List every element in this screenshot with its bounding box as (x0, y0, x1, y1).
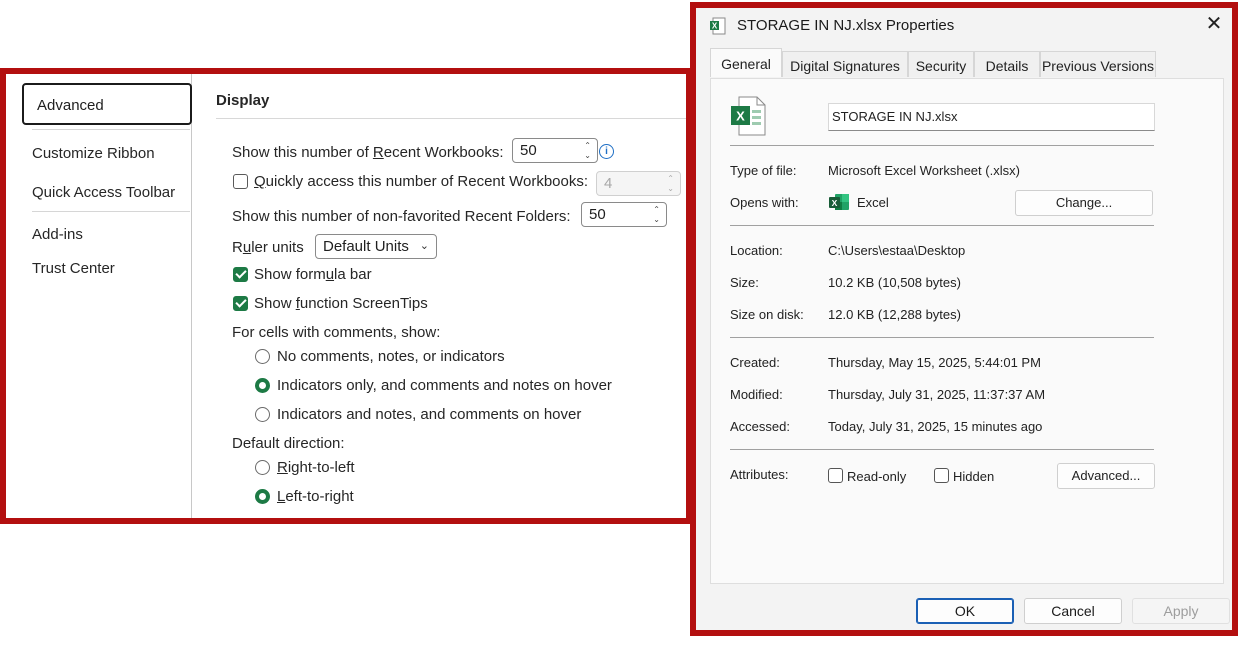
comments-heading: For cells with comments, show: (232, 324, 441, 341)
change-button[interactable]: Change... (1015, 190, 1153, 216)
sidebar-item-advanced[interactable]: Advanced (22, 83, 192, 125)
direction-radio-ltr[interactable] (255, 489, 270, 504)
quick-access-spinner: 4 ⌃ ⌄ (596, 171, 681, 196)
excel-file-icon: X (710, 17, 726, 35)
spin-down-icon[interactable]: ⌄ (584, 152, 591, 160)
select-value: Default Units (323, 238, 409, 255)
screentips-label: Show function ScreenTips (254, 295, 428, 312)
spin-down-icon: ⌄ (667, 184, 674, 193)
comments-radio-indicators-notes[interactable] (255, 407, 270, 422)
tab-digital-signatures[interactable]: Digital Signatures (782, 51, 908, 77)
filename-value: STORAGE IN NJ.xlsx (832, 109, 958, 124)
quick-access-label: Quickly access this number of Recent Wor… (254, 173, 589, 190)
attributes-label: Attributes: (730, 467, 789, 482)
size-on-disk-value: 12.0 KB (12,288 bytes) (828, 307, 961, 322)
comments-radio-indicators-only[interactable] (255, 378, 270, 393)
apply-button: Apply (1132, 598, 1230, 624)
recent-folders-label: Show this number of non-favorited Recent… (232, 208, 571, 225)
file-properties-dialog: X STORAGE IN NJ.xlsx Properties ✕ Genera… (690, 2, 1238, 636)
chevron-down-icon: ⌄ (419, 240, 429, 252)
accessed-value: Today, July 31, 2025, 15 minutes ago (828, 419, 1043, 434)
type-of-file-label: Type of file: (730, 163, 797, 178)
section-title: Display (216, 92, 270, 109)
opens-with-label: Opens with: (730, 195, 799, 210)
screentips-checkbox[interactable] (233, 296, 248, 311)
sidebar-item-customize-ribbon[interactable]: Customize Ribbon (32, 145, 155, 162)
direction-option-label: Left-to-right (277, 488, 354, 505)
tab-security[interactable]: Security (908, 51, 974, 77)
type-of-file-value: Microsoft Excel Worksheet (.xlsx) (828, 163, 1020, 178)
spin-up-icon[interactable]: ⌃ (584, 142, 591, 150)
cancel-button[interactable]: Cancel (1024, 598, 1122, 624)
excel-options-panel: Advanced Customize Ribbon Quick Access T… (0, 68, 692, 524)
sidebar-divider (32, 211, 190, 212)
ruler-units-label: Ruler units (232, 239, 304, 256)
spinner-value: 50 (589, 206, 606, 223)
svg-text:X: X (832, 198, 838, 208)
modified-value: Thursday, July 31, 2025, 11:37:37 AM (828, 387, 1046, 402)
options-content: Display Show this number of Recent Workb… (216, 74, 686, 518)
location-value: C:\Users\estaa\Desktop (828, 243, 966, 258)
spin-down-icon[interactable]: ⌄ (653, 216, 660, 224)
recent-folders-spinner[interactable]: 50 ⌃ ⌄ (581, 202, 667, 227)
formula-bar-label: Show formula bar (254, 266, 372, 283)
spinner-value: 4 (604, 175, 613, 192)
location-label: Location: (730, 243, 783, 258)
opens-with-value: Excel (857, 195, 889, 210)
direction-heading: Default direction: (232, 435, 345, 452)
quick-access-checkbox[interactable] (233, 174, 248, 189)
general-tab-panel: X STORAGE IN NJ.xlsx Type of file: Micro… (710, 78, 1224, 584)
accessed-label: Accessed: (730, 419, 790, 434)
svg-text:X: X (736, 109, 745, 124)
sidebar-item-add-ins[interactable]: Add-ins (32, 226, 83, 243)
read-only-label: Read-only (847, 469, 907, 484)
sidebar-item-trust-center[interactable]: Trust Center (32, 260, 115, 277)
filename-input[interactable]: STORAGE IN NJ.xlsx (828, 103, 1155, 131)
comments-radio-none[interactable] (255, 349, 270, 364)
created-value: Thursday, May 15, 2025, 5:44:01 PM (828, 355, 1041, 370)
spin-up-icon[interactable]: ⌃ (653, 206, 660, 214)
ruler-units-select[interactable]: Default Units ⌄ (315, 234, 437, 259)
recent-workbooks-label: Show this number of Recent Workbooks: (232, 144, 504, 161)
dialog-title: STORAGE IN NJ.xlsx Properties (737, 17, 955, 34)
formula-bar-checkbox[interactable] (233, 267, 248, 282)
tab-details[interactable]: Details (974, 51, 1040, 77)
svg-text:X: X (712, 22, 718, 31)
tab-general[interactable]: General (710, 48, 782, 77)
spin-up-icon: ⌃ (667, 174, 674, 183)
comments-option-label: Indicators only, and comments and notes … (277, 377, 612, 394)
close-icon[interactable]: ✕ (1204, 14, 1224, 34)
options-sidebar: Advanced Customize Ribbon Quick Access T… (15, 74, 192, 518)
sidebar-item-quick-access-toolbar[interactable]: Quick Access Toolbar (32, 184, 175, 201)
direction-option-label: Right-to-left (277, 459, 355, 476)
section-divider (216, 118, 686, 119)
advanced-attributes-button[interactable]: Advanced... (1057, 463, 1155, 489)
direction-radio-rtl[interactable] (255, 460, 270, 475)
created-label: Created: (730, 355, 780, 370)
spinner-value: 50 (520, 142, 537, 159)
tab-previous-versions[interactable]: Previous Versions (1040, 51, 1156, 77)
hidden-checkbox[interactable] (934, 468, 949, 483)
ok-button[interactable]: OK (916, 598, 1014, 624)
comments-option-label: Indicators and notes, and comments on ho… (277, 406, 582, 423)
sidebar-item-label: Advanced (37, 97, 104, 114)
title-bar[interactable]: X STORAGE IN NJ.xlsx Properties ✕ (696, 8, 1232, 44)
excel-app-icon: X (829, 194, 849, 210)
divider (730, 449, 1154, 450)
divider (730, 145, 1154, 146)
size-label: Size: (730, 275, 759, 290)
sidebar-divider (32, 129, 190, 130)
info-icon[interactable]: i (599, 144, 614, 159)
excel-file-icon: X (731, 96, 766, 136)
modified-label: Modified: (730, 387, 783, 402)
read-only-checkbox[interactable] (828, 468, 843, 483)
hidden-label: Hidden (953, 469, 995, 484)
divider (730, 337, 1154, 338)
recent-workbooks-spinner[interactable]: 50 ⌃ ⌄ (512, 138, 598, 163)
size-on-disk-label: Size on disk: (730, 307, 804, 322)
size-value: 10.2 KB (10,508 bytes) (828, 275, 961, 290)
comments-option-label: No comments, notes, or indicators (277, 348, 505, 365)
divider (730, 225, 1154, 226)
